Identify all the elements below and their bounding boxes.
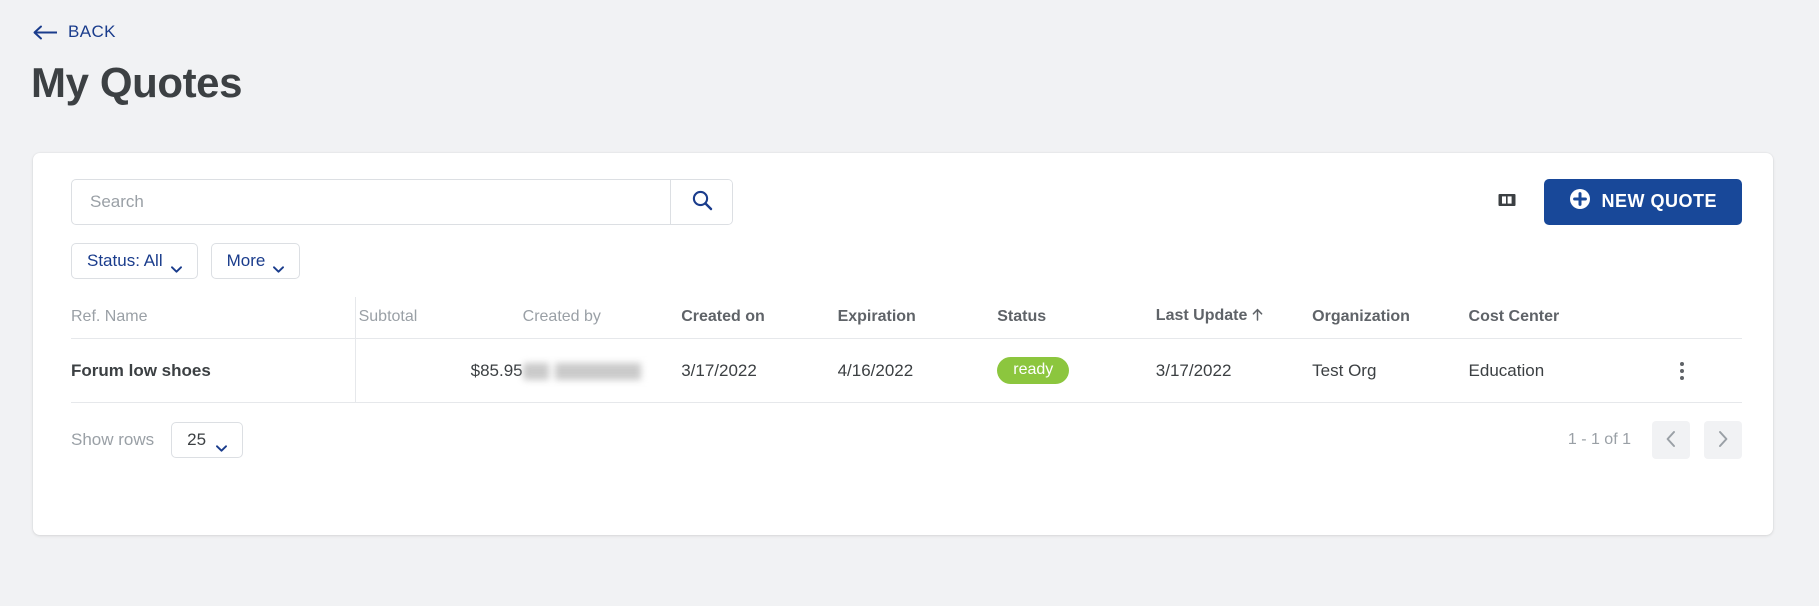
filter-chip-more-label: More [226, 251, 266, 270]
columns-settings-button[interactable] [1496, 191, 1518, 213]
search-icon [690, 188, 714, 215]
arrow-up-icon [1252, 308, 1263, 326]
pagination-range: 1 - 1 of 1 [1567, 431, 1631, 448]
redacted-created-by [522, 362, 658, 380]
pagination-next-button[interactable] [1704, 421, 1742, 459]
search-input[interactable] [72, 179, 670, 224]
cell-subtotal: $85.95 [358, 338, 523, 403]
chevron-right-icon [1715, 430, 1731, 451]
quotes-card: NEW QUOTE Status: All More [33, 153, 1773, 535]
filter-chip-status-label: Status: All [87, 251, 163, 270]
column-header-organization[interactable]: Organization [1312, 297, 1469, 339]
column-header-subtotal[interactable]: Subtotal [358, 297, 523, 339]
table-header-row: Ref. Name Subtotal Created by Created on… [71, 297, 1742, 339]
cell-created-by [522, 338, 682, 403]
chevron-left-icon [1663, 430, 1679, 451]
cell-status: ready [997, 338, 1156, 403]
search-button[interactable] [670, 179, 732, 224]
cell-cost-center: Education [1468, 338, 1677, 403]
pagination-prev-button[interactable] [1652, 421, 1690, 459]
back-link[interactable]: BACK [33, 22, 116, 42]
back-link-label: BACK [68, 22, 116, 41]
cell-organization: Test Org [1312, 338, 1469, 403]
new-quote-button[interactable]: NEW QUOTE [1543, 178, 1742, 225]
filter-row: Status: All More [33, 225, 1773, 279]
kebab-menu-icon[interactable] [1676, 361, 1688, 380]
column-header-ref-name[interactable]: Ref. Name [71, 297, 359, 339]
plus-circle-icon [1569, 188, 1591, 215]
column-header-actions [1676, 297, 1742, 339]
table-footer: Show rows 25 1 - 1 of 1 [33, 403, 1773, 459]
chevron-down-icon [273, 258, 285, 273]
column-header-created-by[interactable]: Created by [522, 297, 682, 339]
quotes-table: Ref. Name Subtotal Created by Created on… [71, 297, 1742, 403]
arrow-left-icon [33, 25, 59, 40]
chevron-down-icon [170, 258, 182, 273]
column-header-last-update-label: Last Update [1155, 307, 1248, 324]
pagination: 1 - 1 of 1 [1568, 421, 1742, 459]
chevron-down-icon [216, 437, 228, 452]
cell-actions [1676, 338, 1742, 403]
frozen-column-divider [355, 297, 356, 402]
rows-per-page-select[interactable]: 25 [171, 422, 244, 458]
rows-per-page-value: 25 [187, 430, 207, 449]
quotes-table-wrap: Ref. Name Subtotal Created by Created on… [33, 297, 1773, 403]
column-header-expiration[interactable]: Expiration [837, 297, 998, 339]
cell-expiration: 4/16/2022 [837, 338, 998, 403]
filter-chip-status[interactable]: Status: All [71, 243, 198, 279]
table-row[interactable]: Forum low shoes $85.95 3/17/2022 4/16/20… [71, 338, 1742, 403]
page-title: My Quotes [31, 58, 243, 106]
filter-chip-more[interactable]: More [210, 243, 301, 279]
column-header-cost-center[interactable]: Cost Center [1468, 297, 1677, 339]
search-group [71, 178, 733, 225]
cell-created-on: 3/17/2022 [681, 338, 838, 403]
toolbar-actions: NEW QUOTE [1496, 178, 1742, 225]
column-header-last-update[interactable]: Last Update [1155, 297, 1313, 339]
page-header: BACK My Quotes [0, 0, 1819, 107]
new-quote-button-label: NEW QUOTE [1601, 191, 1717, 211]
cell-last-update: 3/17/2022 [1155, 338, 1313, 403]
status-badge: ready [997, 357, 1070, 384]
column-header-created-on[interactable]: Created on [681, 297, 838, 339]
columns-layout-icon [1497, 190, 1517, 213]
toolbar: NEW QUOTE [33, 153, 1773, 225]
show-rows-label: Show rows [71, 430, 155, 449]
column-header-status[interactable]: Status [997, 297, 1156, 339]
cell-ref-name[interactable]: Forum low shoes [71, 338, 359, 403]
